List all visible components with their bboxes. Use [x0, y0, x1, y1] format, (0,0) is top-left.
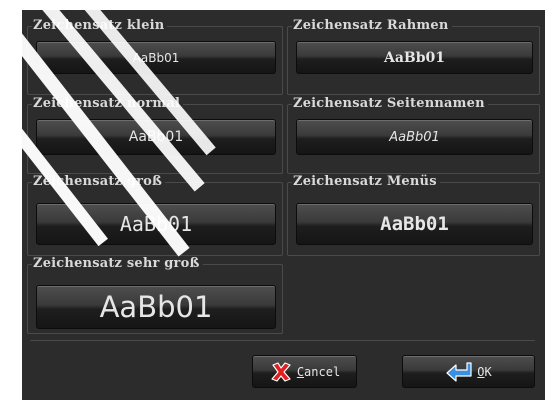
red-x-icon: [269, 360, 293, 384]
font-normal-sample: AaBb01: [128, 129, 184, 145]
font-menus-button[interactable]: AaBb01: [296, 203, 533, 245]
ok-button[interactable]: OK: [402, 355, 535, 388]
font-pagenames-button[interactable]: AaBb01: [296, 119, 533, 155]
font-frame-button[interactable]: AaBb01: [296, 41, 533, 74]
font-pagenames-title: Zeichensatz Seitennamen: [292, 96, 488, 112]
font-xlarge-group: Zeichensatz sehr groß AaBb01: [27, 256, 283, 334]
font-frame-sample: AaBb01: [383, 49, 446, 66]
font-large-sample: AaBb01: [119, 212, 193, 236]
font-menus-group: Zeichensatz Menüs AaBb01: [287, 174, 540, 256]
font-large-title: Zeichensatz groß: [32, 174, 166, 190]
font-small-title: Zeichensatz klein: [32, 18, 168, 34]
button-separator: [30, 340, 535, 341]
font-xlarge-title: Zeichensatz sehr groß: [32, 256, 203, 272]
font-xlarge-button[interactable]: AaBb01: [36, 285, 276, 329]
ok-label: OK: [477, 364, 492, 379]
font-large-group: Zeichensatz groß AaBb01: [27, 174, 283, 256]
font-menus-sample: AaBb01: [380, 213, 449, 235]
font-pagenames-sample: AaBb01: [389, 129, 440, 145]
font-large-button[interactable]: AaBb01: [36, 203, 276, 245]
font-normal-button[interactable]: AaBb01: [36, 119, 276, 155]
font-menus-title: Zeichensatz Menüs: [292, 174, 440, 190]
font-small-button[interactable]: AaBb01: [36, 41, 276, 74]
font-small-sample: AaBb01: [132, 50, 180, 65]
blue-return-arrow-icon: [445, 360, 473, 384]
font-small-group: Zeichensatz klein AaBb01: [27, 18, 283, 95]
font-normal-title: Zeichensatz normal: [32, 96, 184, 112]
cancel-button[interactable]: Cancel: [252, 355, 357, 388]
font-normal-group: Zeichensatz normal AaBb01: [27, 96, 283, 174]
font-frame-title: Zeichensatz Rahmen: [292, 18, 452, 34]
font-pagenames-group: Zeichensatz Seitennamen AaBb01: [287, 96, 540, 174]
font-frame-group: Zeichensatz Rahmen AaBb01: [287, 18, 540, 95]
cancel-label: Cancel: [296, 364, 341, 379]
font-xlarge-sample: AaBb01: [99, 290, 213, 324]
